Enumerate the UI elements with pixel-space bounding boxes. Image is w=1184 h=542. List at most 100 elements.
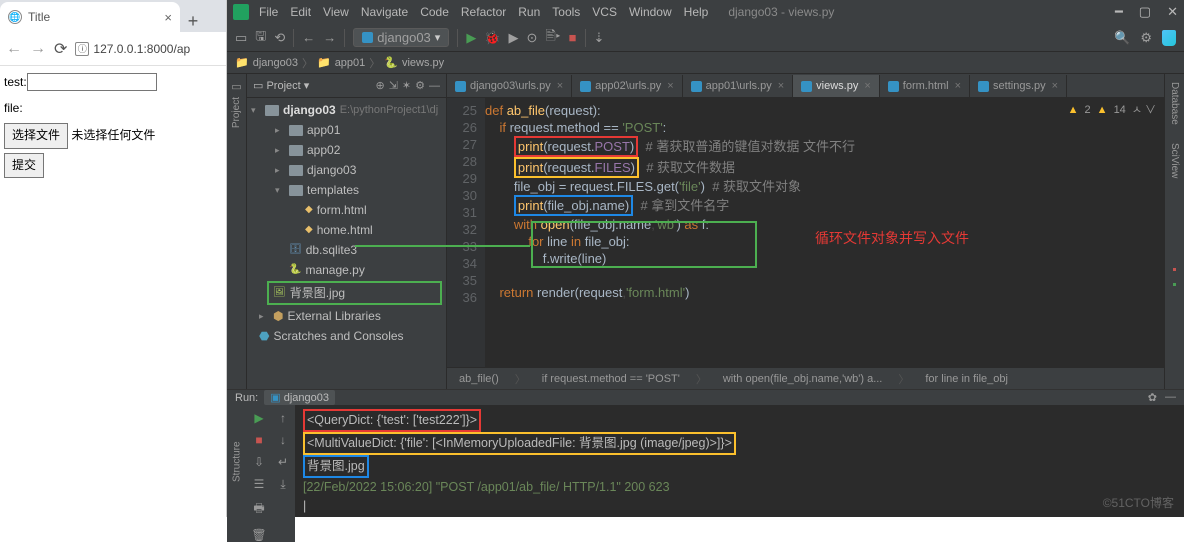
run-tab[interactable]: ▣ django03	[264, 390, 335, 405]
save-icon[interactable]: 🖫	[255, 27, 266, 49]
tree-item[interactable]: ▸⬢ External Libraries	[247, 306, 446, 326]
tree-item[interactable]: ▸ django03	[247, 160, 446, 180]
menu-tools[interactable]: Tools	[552, 5, 580, 19]
search-icon[interactable]: 🔍	[1114, 30, 1130, 46]
annotation-connector	[355, 245, 530, 247]
stop-icon[interactable]: ■	[255, 433, 262, 447]
run-settings-icon[interactable]: ✿	[1148, 391, 1157, 404]
down-arrow-icon[interactable]: ↓	[280, 433, 286, 447]
back-icon[interactable]: ←	[6, 40, 22, 58]
menu-vcs[interactable]: VCS	[592, 5, 617, 19]
minimize-icon[interactable]: ━	[1115, 4, 1123, 20]
tree-item[interactable]: ⬣ Scratches and Consoles	[247, 326, 446, 346]
editor-tab[interactable]: app02\urls.py×	[572, 75, 682, 97]
sciview-tool-label[interactable]: SciView	[1169, 143, 1180, 178]
collapse-icon[interactable]: ✶	[402, 79, 411, 92]
refresh-icon[interactable]: ⟲	[274, 30, 285, 46]
run-config-selector[interactable]: django03 ▾	[353, 28, 449, 47]
vcs-icon[interactable]: ⇣	[594, 30, 605, 46]
scroll-icon[interactable]: ⤓	[280, 477, 285, 492]
breadcrumb-item[interactable]: with open(file_obj.name,'wb') a...	[723, 373, 883, 385]
tree-item[interactable]: ◆ form.html	[247, 200, 446, 220]
project-tool-label[interactable]: Project	[231, 97, 242, 128]
left-tool-stripe: ▭ Project	[227, 74, 247, 389]
open-icon[interactable]: ▭	[235, 30, 247, 46]
stop-icon[interactable]: ■	[569, 30, 577, 45]
choose-file-button[interactable]: 选择文件	[4, 123, 68, 149]
code-editor[interactable]: 252627282930313233343536 ▲2 ▲14 ㅅ ∨ def …	[447, 98, 1164, 367]
menu-view[interactable]: View	[323, 5, 349, 19]
project-tool-icon[interactable]: ▭	[231, 80, 241, 93]
structure-tool-label[interactable]: Structure	[227, 405, 247, 542]
tree-item[interactable]: 🐍 manage.py	[247, 260, 446, 280]
menu-window[interactable]: Window	[629, 5, 672, 19]
globe-icon: 🌐	[8, 10, 22, 24]
close-icon[interactable]: ×	[164, 10, 172, 25]
run-icon[interactable]: ▶	[466, 30, 476, 46]
profile-icon[interactable]: ⊙	[527, 30, 538, 46]
settings-icon[interactable]: ⚙	[415, 79, 425, 92]
browser-tab[interactable]: 🌐 Title ×	[0, 2, 180, 32]
breadcrumb-item[interactable]: if request.method == 'POST'	[542, 373, 680, 385]
tree-item[interactable]: ◆ home.html	[247, 220, 446, 240]
code-with-me-icon[interactable]	[1162, 30, 1176, 46]
expand-icon[interactable]: ⇲	[389, 79, 398, 92]
up-arrow-icon[interactable]: ↑	[280, 411, 286, 425]
run-output[interactable]: <QueryDict: {'test': ['test222']}> <Mult…	[295, 405, 1184, 542]
ide-toolbar: ▭ 🖫 ⟲ ← → django03 ▾ ▶ 🐞 ▶ ⊙ 🖹▸ ■ ⇣ 🔍 ⚙	[227, 24, 1184, 52]
editor-tab[interactable]: django03\urls.py×	[447, 75, 572, 97]
settings-icon[interactable]: ⚙	[1140, 30, 1152, 46]
submit-button[interactable]: 提交	[4, 153, 44, 179]
folder-icon: 📁	[235, 56, 249, 69]
database-tool-label[interactable]: Database	[1169, 82, 1180, 125]
menu-navigate[interactable]: Navigate	[361, 5, 408, 19]
address-bar[interactable]: ⓘ 127.0.0.1:8000/ap	[75, 42, 220, 56]
down-icon[interactable]: ⇩	[254, 455, 264, 469]
tree-item[interactable]: ▸ app01	[247, 120, 446, 140]
breadcrumb-item[interactable]: for line in file_obj	[925, 373, 1008, 385]
file-label: file:	[4, 101, 23, 115]
editor-tab[interactable]: form.html×	[880, 75, 970, 97]
editor-tab[interactable]: app01\urls.py×	[683, 75, 793, 97]
breadcrumb-item[interactable]: ab_file()	[459, 373, 499, 385]
menu-help[interactable]: Help	[684, 5, 709, 19]
debug-icon[interactable]: 🐞	[484, 30, 500, 46]
editor-tab[interactable]: settings.py×	[970, 75, 1067, 97]
forward-icon[interactable]: →	[30, 40, 46, 58]
menu-run[interactable]: Run	[518, 5, 540, 19]
project-tree[interactable]: ▾ django03 E:\pythonProject1\dj▸ app01▸ …	[247, 98, 446, 389]
new-tab-button[interactable]: +	[180, 11, 206, 32]
run-hide-icon[interactable]: —	[1165, 391, 1176, 404]
close-icon[interactable]: ✕	[1167, 4, 1178, 20]
menu-code[interactable]: Code	[420, 5, 449, 19]
rerun-icon[interactable]: ▶	[254, 411, 263, 425]
project-header: ▭ Project ▾ ⊕ ⇲ ✶ ⚙ —	[247, 74, 446, 98]
coverage-icon[interactable]: ▶	[509, 30, 519, 46]
ide-window: File Edit View Navigate Code Refactor Run Tools…	[227, 0, 1184, 517]
tree-item[interactable]: ▸ app02	[247, 140, 446, 160]
inspection-widget[interactable]: ▲2 ▲14 ㅅ ∨	[1068, 102, 1156, 119]
tree-item[interactable]: ▾ templates	[247, 180, 446, 200]
menu-edit[interactable]: Edit	[290, 5, 311, 19]
attach-icon[interactable]: 🖹▸	[545, 27, 560, 49]
tree-item[interactable]: 🖼 背景图.jpg	[267, 281, 442, 305]
select-opened-icon[interactable]: ⊕	[375, 79, 384, 92]
test-input[interactable]	[27, 73, 157, 91]
hide-icon[interactable]: —	[429, 80, 440, 92]
editor-tab[interactable]: views.py×	[793, 75, 880, 97]
pycharm-icon	[233, 4, 249, 20]
main-menu: File Edit View Navigate Code Refactor Run Tools…	[253, 5, 714, 19]
maximize-icon[interactable]: ▢	[1139, 4, 1151, 20]
trash-icon[interactable]: 🗑	[251, 528, 266, 542]
info-icon: ⓘ	[75, 42, 89, 56]
tree-item[interactable]: 🗄 db.sqlite3	[247, 240, 446, 260]
undo-icon[interactable]: ←	[302, 30, 315, 45]
project-dropdown[interactable]: ▭ Project ▾	[253, 79, 309, 92]
reload-icon[interactable]: ⟳	[54, 39, 67, 59]
redo-icon[interactable]: →	[323, 30, 336, 45]
menu-file[interactable]: File	[259, 5, 278, 19]
menu-refactor[interactable]: Refactor	[461, 5, 506, 19]
layout-icon[interactable]: ☰	[254, 477, 265, 491]
right-tool-stripe: Database SciView	[1164, 74, 1184, 389]
wrap-icon[interactable]: ↵	[278, 455, 288, 469]
